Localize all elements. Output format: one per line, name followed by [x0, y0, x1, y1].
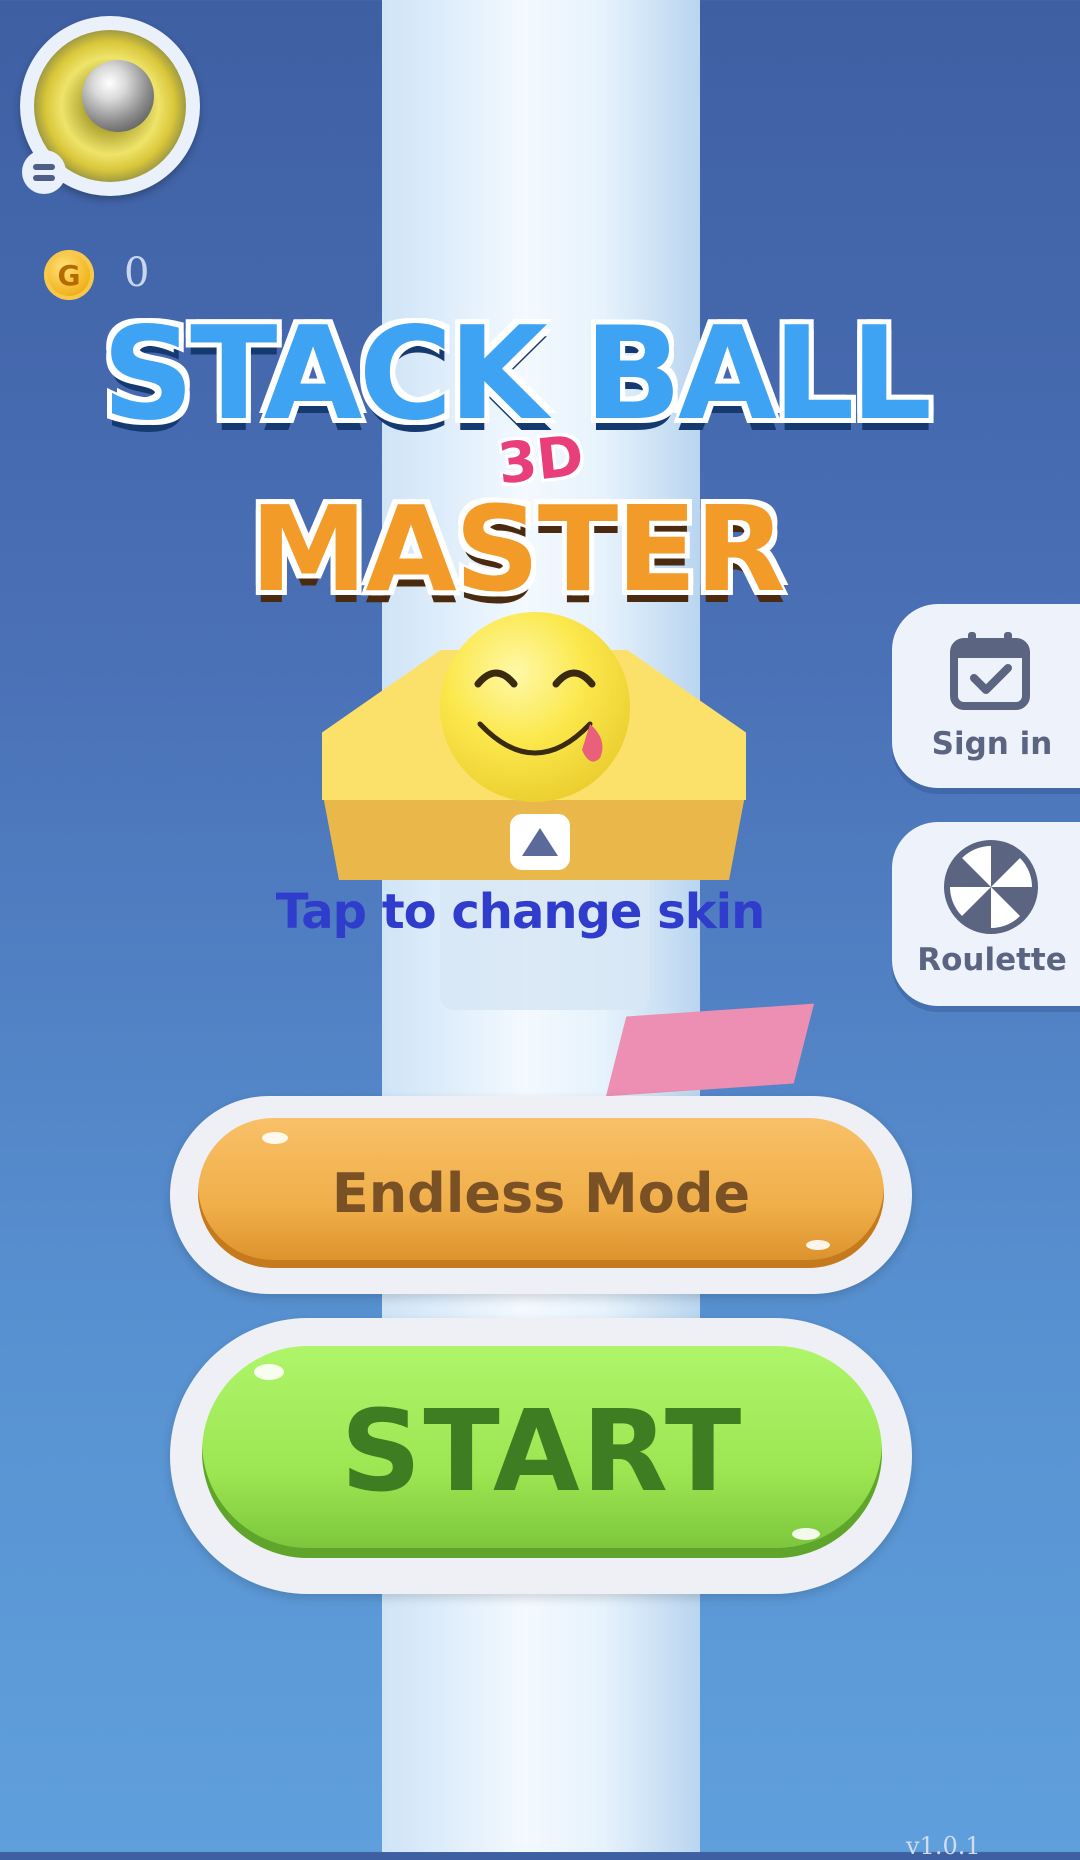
sign-in-button[interactable]: Sign in — [892, 604, 1080, 788]
version-label: v1.0.1 — [906, 1832, 981, 1860]
roulette-button[interactable]: Roulette — [892, 822, 1080, 1006]
smiley-face-icon — [474, 669, 603, 762]
sign-in-label: Sign in — [931, 726, 1053, 762]
avatar-ball — [82, 60, 154, 132]
up-arrow-icon[interactable] — [510, 814, 570, 870]
gloss-highlight — [262, 1132, 288, 1144]
smiley-ball-skin[interactable] — [440, 612, 630, 802]
start-button[interactable]: START — [202, 1346, 882, 1558]
gloss-highlight — [254, 1364, 284, 1380]
start-label: START — [340, 1387, 744, 1517]
endless-mode-frame: Endless Mode — [170, 1096, 912, 1294]
roulette-wheel-icon — [944, 840, 1038, 934]
calendar-check-icon — [950, 632, 1030, 710]
gloss-highlight — [806, 1240, 830, 1250]
pink-stack-block — [605, 1003, 815, 1097]
logo-title-line2: MASTER — [250, 480, 786, 618]
coin-count: 0 — [124, 250, 150, 296]
endless-mode-label: Endless Mode — [331, 1161, 751, 1225]
start-frame: START — [170, 1318, 912, 1594]
change-skin-hint[interactable]: Tap to change skin — [250, 884, 790, 940]
gloss-highlight — [792, 1528, 820, 1540]
endless-mode-button[interactable]: Endless Mode — [198, 1118, 884, 1268]
menu-icon[interactable] — [22, 150, 66, 194]
logo-title-line1: STACK BALL — [101, 300, 932, 449]
roulette-label: Roulette — [917, 942, 1067, 978]
coin-icon: G — [44, 250, 94, 300]
